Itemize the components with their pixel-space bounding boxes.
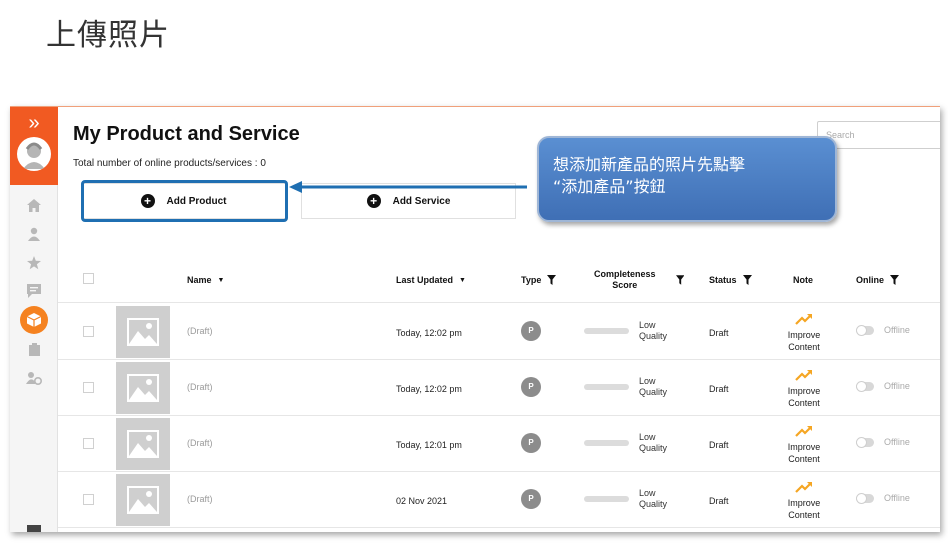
improve-content-link[interactable]: Improve Content [776,441,832,465]
home-icon[interactable] [24,195,44,215]
type-badge: P [521,321,541,341]
user-icon[interactable] [24,224,44,244]
completeness-label: Low Quality [639,432,668,453]
sidebar-header: » [10,107,58,185]
online-toggle[interactable] [856,437,874,448]
type-badge: P [521,433,541,453]
product-name[interactable]: (Draft) [187,382,213,392]
trending-up-icon[interactable] [795,313,813,325]
last-updated: Today, 12:02 pm [396,328,462,338]
completeness-label: Low Quality [639,320,668,341]
sort-caret-icon: ▼ [459,276,466,284]
sidebar: » [10,107,58,532]
filter-icon[interactable] [742,275,752,285]
image-placeholder-icon[interactable] [116,306,170,358]
completeness-bar [584,440,629,446]
filter-icon[interactable] [675,275,684,285]
status-text: Draft [709,496,729,506]
image-placeholder-icon[interactable] [116,362,170,414]
table-row[interactable]: (Draft) 02 Nov 2021 P Low Quality Draft Improv… [58,472,940,528]
completeness-bar [584,496,629,502]
image-placeholder-icon[interactable] [116,418,170,470]
last-updated: Today, 12:01 pm [396,440,462,450]
table-header: Name ▼ Last Updated ▼ Type Completeness … [58,257,940,303]
table-row[interactable]: (Draft) Today, 12:02 pm P Low Quality Draft Im… [58,304,940,360]
sort-caret-icon: ▼ [217,276,225,284]
completeness-bar [584,328,629,334]
online-toggle[interactable] [856,325,874,336]
plus-circle-icon: + [366,194,381,208]
status-text: Draft [709,440,729,450]
row-checkbox[interactable] [83,494,94,505]
last-updated: Today, 12:02 pm [396,384,462,394]
column-header-type[interactable]: Type [521,257,557,303]
add-service-button[interactable]: + Add Service [301,183,516,219]
column-header-online[interactable]: Online [856,257,900,303]
status-text: Draft [709,384,729,394]
improve-content-link[interactable]: Improve Content [776,497,832,521]
toggle-knob [856,493,867,504]
filter-icon[interactable] [890,275,900,285]
message-icon[interactable] [24,281,44,301]
filter-icon[interactable] [547,275,557,285]
table-row[interactable]: (Draft) Today, 12:01 pm P Low Quality Draft Im… [58,416,940,472]
online-status-label: Offline [884,437,910,447]
completeness-label: Low Quality [639,488,668,509]
chat-bubble-icon[interactable] [27,525,41,532]
expand-sidebar-icon[interactable]: » [10,113,58,133]
column-header-completeness[interactable]: Completeness Score [594,257,684,303]
trending-up-icon[interactable] [795,425,813,437]
toggle-knob [856,381,867,392]
page-title: My Product and Service [73,123,300,145]
column-header-note: Note [793,275,813,285]
clipboard-icon[interactable] [24,339,44,359]
row-checkbox[interactable] [83,382,94,393]
online-status-label: Offline [884,493,910,503]
image-placeholder-icon[interactable] [116,474,170,526]
select-all-checkbox[interactable] [83,273,94,284]
online-toggle[interactable] [856,381,874,392]
online-toggle[interactable] [856,493,874,504]
improve-content-link[interactable]: Improve Content [776,385,832,409]
avatar[interactable] [17,137,51,171]
star-icon[interactable] [24,253,44,273]
improve-content-link[interactable]: Improve Content [776,329,832,353]
callout-line-1: 想添加新產品的照片先點擊 [553,155,746,174]
status-text: Draft [709,328,729,338]
column-header-status[interactable]: Status [709,257,752,303]
callout-line-2: “添加產品”按鈕 [553,177,666,196]
toggle-knob [856,437,867,448]
product-name[interactable]: (Draft) [187,494,213,504]
completeness-label: Low Quality [639,376,668,397]
column-header-name[interactable]: Name ▼ [187,257,224,303]
column-header-last-updated[interactable]: Last Updated ▼ [396,257,466,303]
add-product-highlight [81,180,288,222]
row-checkbox[interactable] [83,326,94,337]
completeness-bar [584,384,629,390]
toggle-knob [856,325,867,336]
table-row[interactable]: (Draft) Today, 12:02 pm P Low Quality Draft Im… [58,360,940,416]
last-updated: 02 Nov 2021 [396,496,448,506]
total-count-text: Total number of online products/services… [73,158,266,169]
slide-title: 上傳照片 [46,18,170,53]
online-status-label: Offline [884,325,910,335]
product-name[interactable]: (Draft) [187,438,213,448]
type-badge: P [521,377,541,397]
trending-up-icon[interactable] [795,481,813,493]
online-status-label: Offline [884,381,910,391]
instruction-callout: 想添加新產品的照片先點擊 “添加產品”按鈕 [537,136,837,222]
row-checkbox[interactable] [83,438,94,449]
user-settings-icon[interactable] [24,368,44,388]
product-name[interactable]: (Draft) [187,326,213,336]
type-badge: P [521,489,541,509]
product-box-icon[interactable] [20,306,48,334]
add-service-label: Add Service [392,195,451,207]
trending-up-icon[interactable] [795,369,813,381]
